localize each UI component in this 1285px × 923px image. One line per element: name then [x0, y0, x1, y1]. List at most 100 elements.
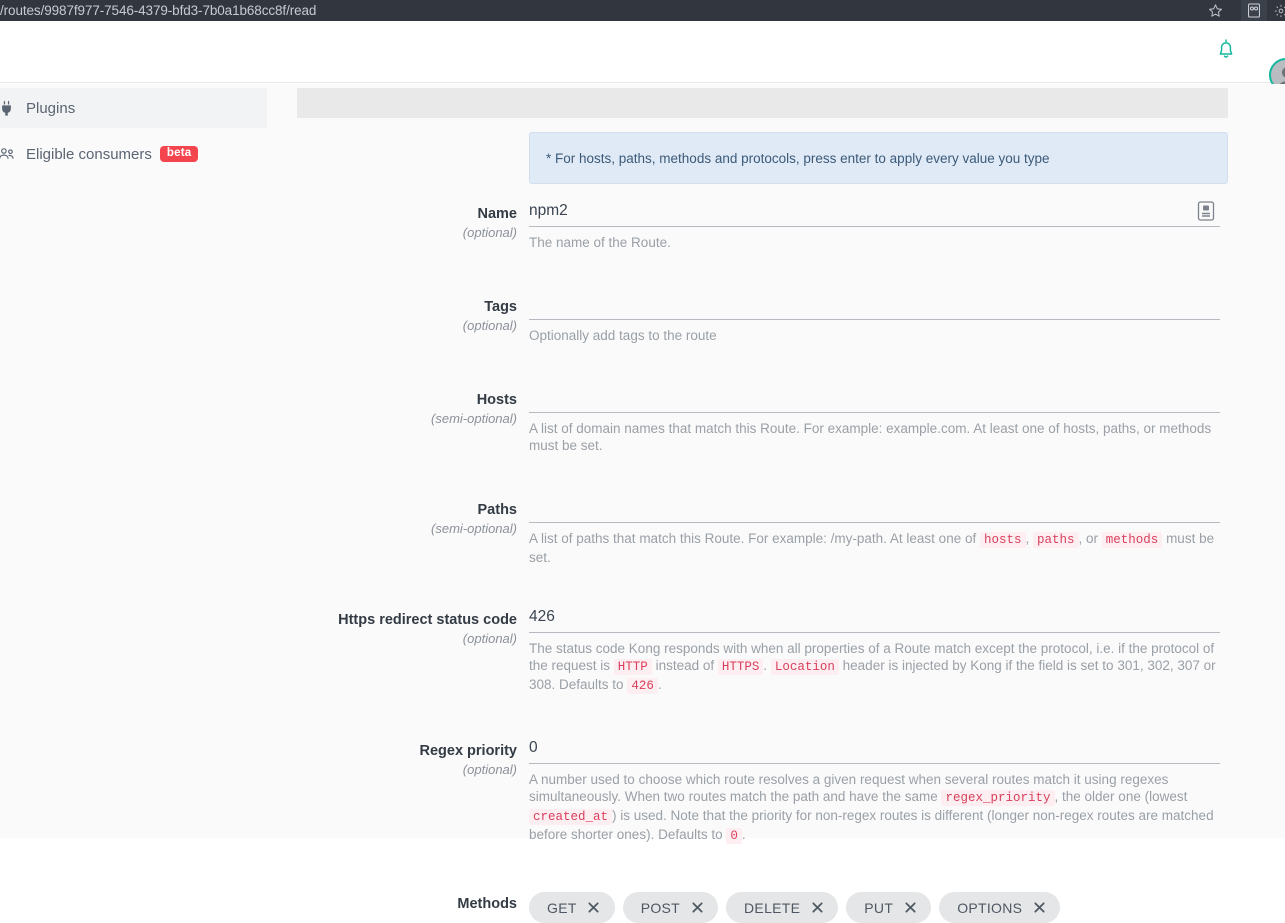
code-token: paths — [1033, 532, 1079, 548]
autofill-icon[interactable] — [1197, 201, 1217, 221]
form-field-row: Paths (semi-optional) A list of paths that… — [280, 498, 1228, 566]
field-optional-note: (optional) — [462, 225, 517, 240]
form-field-row-methods: Methods GET POST DELETE PUT OPTIONS — [280, 892, 1228, 923]
route-form: Name (optional) The name of the Route. Tags… — [280, 201, 1285, 923]
field-label-column: Regex priority (optional) — [280, 739, 529, 845]
field-input-column: The status code Kong responds with when … — [529, 608, 1228, 695]
sidebar-item-label: Plugins — [26, 99, 76, 117]
users-icon — [0, 147, 20, 162]
help-text-fragment: , — [1025, 531, 1034, 546]
code-token: HTTPS — [717, 659, 764, 675]
help-text-fragment: A list of paths that match this Route. F… — [529, 531, 980, 546]
code-token: HTTP — [613, 659, 652, 675]
field-label-name: Name — [477, 206, 518, 222]
field-optional-note: (semi-optional) — [431, 521, 517, 536]
remove-icon[interactable] — [690, 901, 704, 915]
method-chip-label: GET — [547, 899, 577, 916]
help-text-fragment: instead of — [651, 658, 718, 673]
help-text-fragment: The name of the Route. — [529, 235, 671, 250]
method-chip-label: POST — [640, 899, 681, 916]
extension-icon[interactable] — [1271, 0, 1285, 21]
input-paths[interactable] — [529, 498, 1220, 523]
field-input-column: Optionally add tags to the route — [529, 295, 1228, 344]
field-label-column: Name (optional) — [280, 202, 529, 251]
sidebar-item-label: Eligible consumers — [26, 145, 152, 163]
beta-badge: beta — [159, 145, 199, 163]
star-icon[interactable] — [1202, 0, 1228, 21]
field-label-https-redirect-status-code: Https redirect status code — [338, 612, 517, 628]
field-label-regex-priority: Regex priority — [419, 743, 518, 759]
input-hosts[interactable] — [529, 388, 1220, 413]
method-chip-get[interactable]: GET — [529, 892, 615, 923]
input-tags[interactable] — [529, 295, 1220, 320]
info-banner: * For hosts, paths, methods and protocol… — [529, 132, 1228, 184]
input-name[interactable] — [529, 202, 1220, 227]
form-field-row: Tags (optional) Optionally add tags to the… — [280, 295, 1228, 344]
method-chip-post[interactable]: POST — [622, 892, 719, 923]
code-token: methods — [1101, 532, 1163, 548]
form-field-row: Name (optional) The name of the Route. — [280, 201, 1228, 251]
browser-toolbar: /routes/9987f977-7546-4379-bfd3-7b0a1b68… — [0, 0, 1285, 21]
bell-icon[interactable] — [1213, 34, 1239, 64]
field-optional-note: (optional) — [462, 762, 517, 777]
help-text-fragment: ) is used. Note that the priority for no… — [529, 808, 1214, 842]
field-input-column: A number used to choose which route reso… — [529, 739, 1228, 845]
field-label-column: Tags (optional) — [280, 295, 529, 344]
help-text-fragment: , or — [1078, 531, 1102, 546]
method-chip-delete[interactable]: DELETE — [726, 892, 839, 923]
page-body: Plugins Eligible consumers beta * For ho… — [0, 84, 1285, 923]
sidebar: Plugins Eligible consumers beta — [0, 84, 280, 838]
app-header — [0, 21, 1285, 92]
field-help-paths: A list of paths that match this Route. F… — [529, 530, 1220, 566]
methods-chip-list: GET POST DELETE PUT OPTIONS — [529, 892, 1228, 923]
field-label-tags: Tags — [484, 299, 517, 315]
reader-mode-icon[interactable] — [1241, 0, 1267, 21]
field-input-column: A list of paths that match this Route. F… — [529, 498, 1228, 566]
content-skeleton-placeholder — [297, 88, 1228, 118]
help-text-fragment: Optionally add tags to the route — [529, 328, 717, 343]
info-banner-text: * For hosts, paths, methods and protocol… — [546, 150, 1050, 166]
field-label-column: Hosts (semi-optional) — [280, 388, 529, 454]
help-text-fragment: A list of domain names that match this R… — [529, 421, 1212, 453]
remove-icon[interactable] — [587, 901, 601, 915]
form-field-row: Https redirect status code (optional) The … — [280, 608, 1228, 695]
input-https-redirect-status-code[interactable] — [529, 608, 1220, 633]
help-text-fragment: . — [657, 677, 662, 692]
remove-icon[interactable] — [1032, 901, 1046, 915]
help-text-fragment: , the older one (lowest — [1054, 789, 1188, 804]
field-label-column: Https redirect status code (optional) — [280, 608, 529, 695]
code-token: Location — [770, 659, 839, 675]
plug-icon — [0, 100, 20, 117]
field-label-column: Paths (semi-optional) — [280, 498, 529, 566]
code-token: regex_priority — [941, 790, 1055, 806]
field-help-tags: Optionally add tags to the route — [529, 327, 1220, 344]
help-text-fragment: . — [763, 658, 771, 673]
input-regex-priority[interactable] — [529, 739, 1220, 764]
form-field-row: Hosts (semi-optional) A list of domain nam… — [280, 388, 1228, 454]
main-content: * For hosts, paths, methods and protocol… — [280, 84, 1285, 923]
field-input-column: GET POST DELETE PUT OPTIONS — [529, 892, 1228, 923]
sidebar-item-plugins[interactable]: Plugins — [0, 88, 267, 128]
field-label-column: Methods — [280, 892, 529, 923]
url-bar-text[interactable]: /routes/9987f977-7546-4379-bfd3-7b0a1b68… — [0, 3, 316, 18]
remove-icon[interactable] — [810, 901, 824, 915]
field-label-paths: Paths — [477, 502, 518, 518]
form-field-row: Regex priority (optional) A number used to… — [280, 739, 1228, 845]
field-help-regex-priority: A number used to choose which route reso… — [529, 771, 1220, 845]
method-chip-options[interactable]: OPTIONS — [939, 892, 1061, 923]
sidebar-item-eligible-consumers[interactable]: Eligible consumers beta — [0, 134, 280, 174]
field-optional-note: (semi-optional) — [431, 411, 517, 426]
field-help-hosts: A list of domain names that match this R… — [529, 420, 1220, 454]
field-help-name: The name of the Route. — [529, 234, 1220, 251]
field-help-https-redirect-status-code: The status code Kong responds with when … — [529, 640, 1220, 695]
field-label-hosts: Hosts — [476, 392, 517, 408]
field-input-column: A list of domain names that match this R… — [529, 388, 1228, 454]
remove-icon[interactable] — [903, 901, 917, 915]
code-token: 426 — [627, 678, 658, 694]
code-token: 0 — [726, 828, 742, 844]
method-chip-label: OPTIONS — [957, 899, 1023, 916]
field-input-column: The name of the Route. — [529, 201, 1228, 251]
method-chip-put[interactable]: PUT — [846, 892, 932, 923]
field-label-methods: Methods — [457, 896, 517, 912]
code-token: created_at — [529, 809, 613, 825]
